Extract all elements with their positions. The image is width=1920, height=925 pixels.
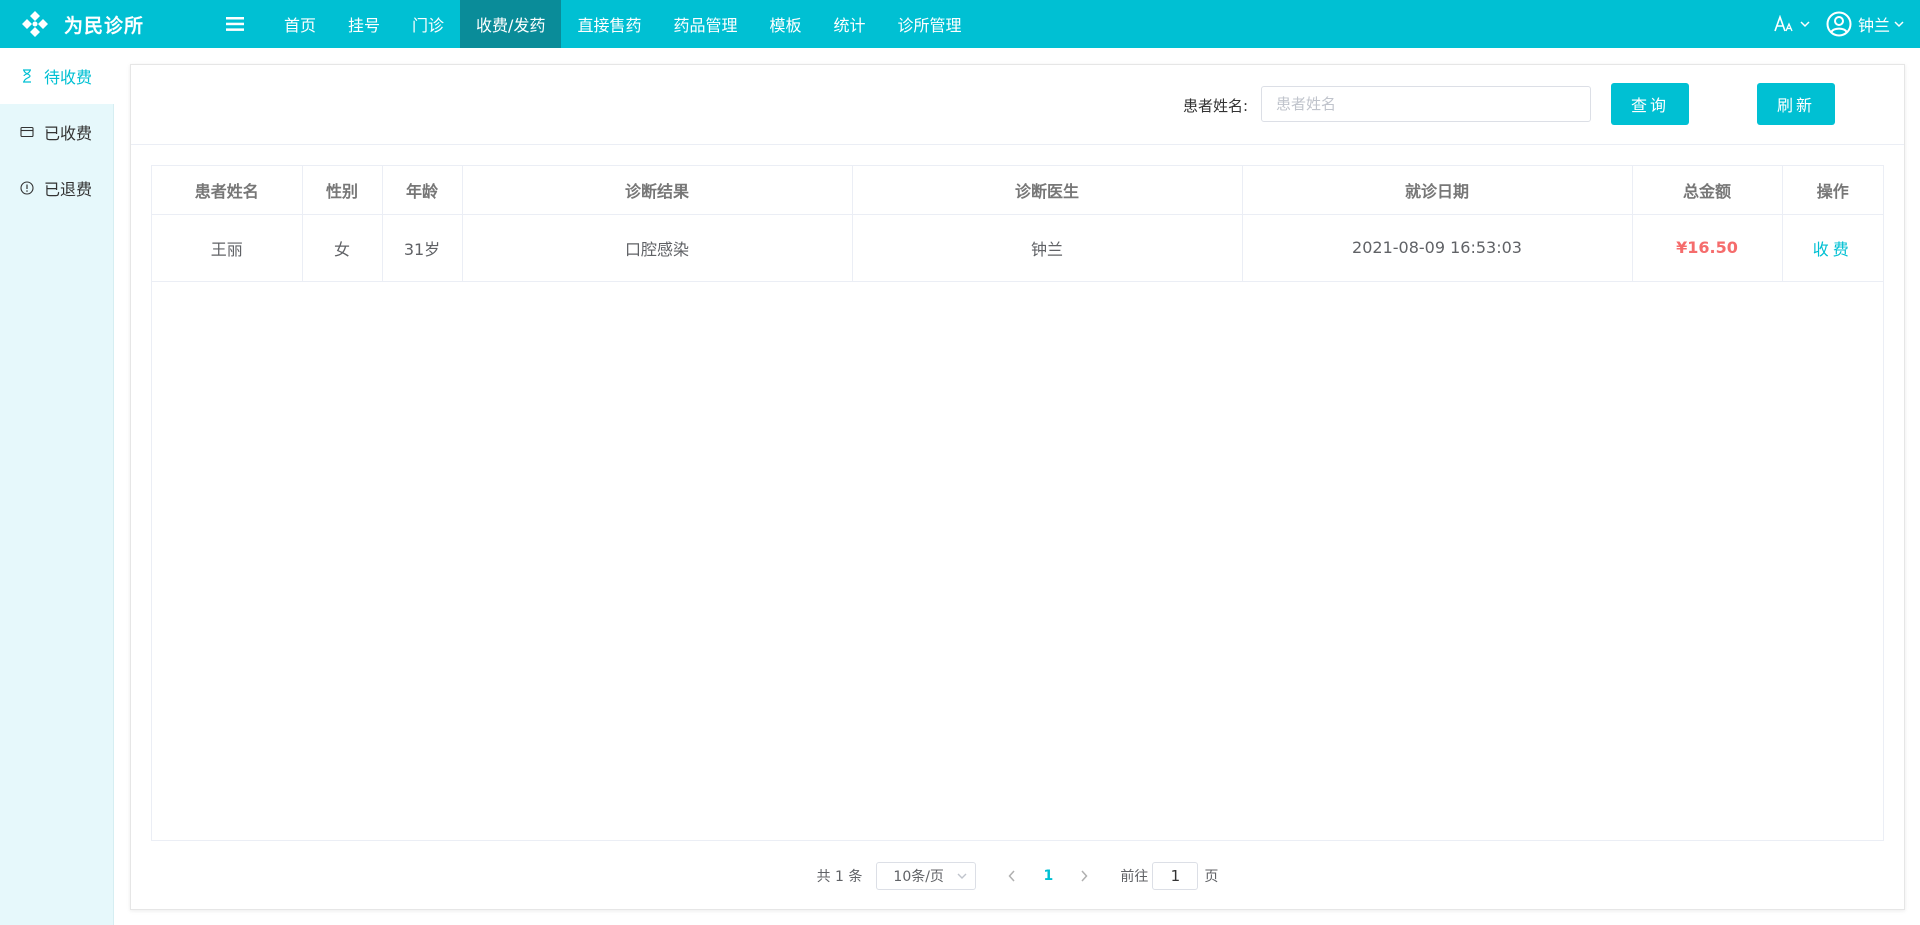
table-header-row: 患者姓名 性别 年龄 诊断结果 诊断医生 就诊日期 总金额 操作 <box>152 166 1883 215</box>
nav-item-direct-sale[interactable]: 直接售药 <box>561 0 657 48</box>
page-size-select[interactable]: 10条/页 <box>876 862 977 890</box>
table-row: 王丽 女 31岁 口腔感染 钟兰 2021-08-09 16:53:03 ¥16… <box>152 214 1883 282</box>
main-nav: 首页 挂号 门诊 收费/发药 直接售药 药品管理 模板 统计 诊所管理 <box>268 0 978 48</box>
query-button[interactable]: 查询 <box>1611 83 1689 125</box>
col-header-age: 年龄 <box>382 166 463 215</box>
col-header-gender: 性别 <box>302 166 383 215</box>
hourglass-icon <box>23 69 31 83</box>
nav-item-drug-management[interactable]: 药品管理 <box>657 0 753 48</box>
sidebar-item-refunded[interactable]: 已退费 <box>0 160 113 216</box>
logo[interactable]: 为民诊所 <box>0 0 220 48</box>
chevron-down-icon <box>1894 21 1904 28</box>
charge-button[interactable]: 收费 <box>1813 240 1853 259</box>
pending-charge-table: 患者姓名 性别 年龄 诊断结果 诊断医生 就诊日期 总金额 操作 王丽 女 31… <box>151 165 1884 841</box>
sidebar-item-pending-charge[interactable]: 待收费 <box>0 48 114 104</box>
cell-visit-date: 2021-08-09 16:53:03 <box>1242 214 1633 282</box>
nav-item-charge-dispense[interactable]: 收费/发药 <box>460 0 562 48</box>
font-size-switch[interactable] <box>1774 15 1810 33</box>
col-header-patient-name: 患者姓名 <box>152 166 303 215</box>
nav-item-outpatient[interactable]: 门诊 <box>396 0 460 48</box>
font-size-icon <box>1774 15 1793 32</box>
user-avatar-icon <box>1826 11 1852 37</box>
sidebar-item-label: 已退费 <box>44 180 93 199</box>
menu-icon <box>226 17 244 31</box>
sidebar: 待收费 已收费 已退费 <box>0 48 114 925</box>
page-suffix: 页 <box>1204 869 1219 885</box>
cell-patient-name: 王丽 <box>152 214 303 282</box>
chevron-down-icon <box>1800 21 1810 28</box>
chevron-down-icon <box>957 873 967 879</box>
search-label: 患者姓名: <box>1183 97 1249 115</box>
nav-item-templates[interactable]: 模板 <box>753 0 817 48</box>
nav-item-home[interactable]: 首页 <box>268 0 332 48</box>
col-header-action: 操作 <box>1782 166 1883 215</box>
cell-doctor: 钟兰 <box>852 214 1243 282</box>
nav-item-clinic-management[interactable]: 诊所管理 <box>882 0 978 48</box>
sidebar-item-charged[interactable]: 已收费 <box>0 104 113 160</box>
col-header-diagnosis: 诊断结果 <box>462 166 853 215</box>
refresh-button[interactable]: 刷新 <box>1757 83 1835 125</box>
page-number-current[interactable]: 1 <box>1030 862 1066 890</box>
main-card: 患者姓名: 查询 刷新 患者姓名 性别 年龄 诊断结果 诊断医生 就诊日期 总金… <box>130 64 1905 910</box>
page-size-value: 10条/页 <box>893 869 944 885</box>
top-navbar: 为民诊所 首页 挂号 门诊 收费/发药 直接售药 药品管理 模板 统计 诊所管理 <box>0 0 1920 48</box>
total-count: 共 1 条 <box>816 869 863 885</box>
chevron-left-icon <box>1008 870 1015 882</box>
next-page-button[interactable] <box>1066 862 1102 890</box>
col-header-total-amount: 总金额 <box>1632 166 1783 215</box>
chevron-right-icon <box>1081 870 1088 882</box>
pagination: 共 1 条 10条/页 1 前往 页 <box>131 861 1904 891</box>
cell-total-amount: ¥16.50 <box>1632 214 1783 282</box>
prev-page-button[interactable] <box>994 862 1030 890</box>
app-name: 为民诊所 <box>64 14 145 37</box>
clinic-logo-icon <box>22 11 48 37</box>
goto-label: 前往 <box>1120 869 1149 885</box>
cell-diagnosis: 口腔感染 <box>462 214 853 282</box>
sidebar-item-label: 已收费 <box>44 124 93 143</box>
patient-name-input[interactable] <box>1261 86 1591 122</box>
goto-page-input[interactable] <box>1152 862 1199 890</box>
cell-age: 31岁 <box>382 214 463 282</box>
col-header-visit-date: 就诊日期 <box>1242 166 1633 215</box>
cell-action: 收费 <box>1782 214 1883 282</box>
search-toolbar: 患者姓名: 查询 刷新 <box>131 65 1904 145</box>
nav-item-statistics[interactable]: 统计 <box>818 0 882 48</box>
info-circle-icon <box>20 181 34 195</box>
nav-item-registration[interactable]: 挂号 <box>332 0 396 48</box>
card-icon <box>20 126 34 138</box>
sidebar-item-label: 待收费 <box>44 68 93 87</box>
user-menu[interactable]: 钟兰 <box>1826 11 1904 37</box>
menu-toggle-button[interactable] <box>220 0 250 48</box>
col-header-doctor: 诊断医生 <box>852 166 1243 215</box>
cell-gender: 女 <box>302 214 383 282</box>
user-name: 钟兰 <box>1857 16 1890 35</box>
